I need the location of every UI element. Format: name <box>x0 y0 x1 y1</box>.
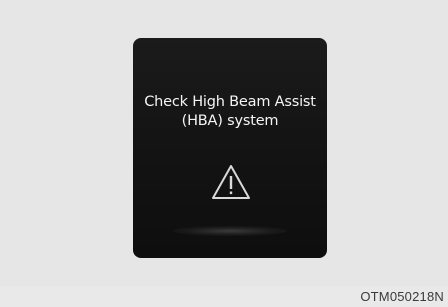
warning-message-line-1: Check High Beam Assist <box>144 94 316 110</box>
figure-code: OTM050218N <box>360 289 444 304</box>
cluster-display: Check High Beam Assist (HBA) system <box>133 38 327 258</box>
warning-message-line-2: (HBA) system <box>181 113 279 129</box>
warning-triangle-icon <box>212 165 250 199</box>
figure-panel: Check High Beam Assist (HBA) system <box>0 0 448 286</box>
